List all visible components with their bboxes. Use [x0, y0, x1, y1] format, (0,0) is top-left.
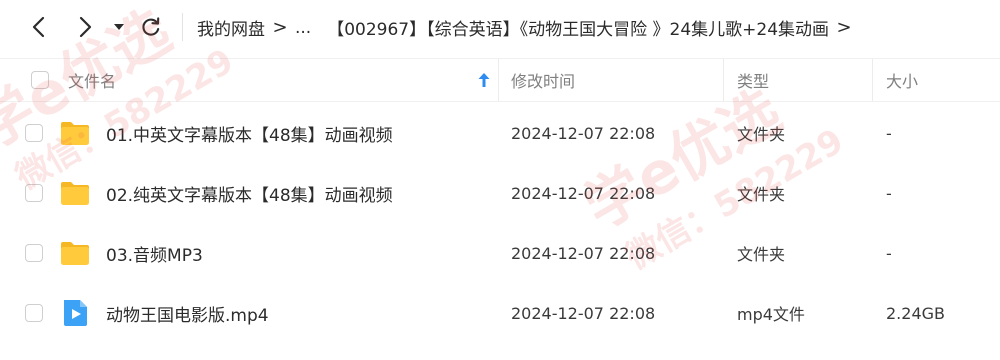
table-row[interactable]: 03.音频MP3 2024-12-07 22:08 文件夹 - [0, 223, 1000, 283]
video-file-icon [64, 300, 87, 326]
file-modified: 2024-12-07 22:08 [511, 183, 656, 203]
file-name[interactable]: 02.纯英文字幕版本【48集】动画视频 [106, 163, 393, 223]
breadcrumb-trailing-separator: > [836, 17, 852, 38]
file-type: 文件夹 [737, 245, 786, 264]
file-type: mp4文件 [737, 305, 805, 324]
row-checkbox[interactable] [25, 244, 43, 262]
file-size: 2.24GB [886, 303, 945, 323]
folder-icon [61, 242, 89, 265]
column-header-size-label: 大小 [886, 72, 919, 91]
refresh-icon [142, 17, 160, 36]
column-header-name-label: 文件名 [68, 72, 117, 91]
row-checkbox[interactable] [25, 124, 43, 142]
arrow-up-icon[interactable] [477, 72, 491, 88]
row-checkbox[interactable] [25, 304, 43, 322]
nav-divider [182, 13, 183, 41]
breadcrumb-current[interactable]: 【002967】【综合英语】《动物王国大冒险 》24集儿歌+24集动画 [327, 15, 829, 40]
column-header-modified[interactable]: 修改时间 [511, 59, 575, 101]
chevron-right-icon [79, 16, 92, 38]
file-name[interactable]: 动物王国电影版.mp4 [106, 283, 269, 343]
table-header: 文件名 修改时间 类型 大小 [0, 58, 1000, 102]
breadcrumb-ellipsis[interactable]: ... [295, 18, 311, 38]
back-button[interactable] [22, 10, 56, 44]
file-size: - [886, 183, 892, 203]
column-divider[interactable] [498, 59, 499, 101]
breadcrumb-root[interactable]: 我的网盘 [197, 15, 265, 40]
breadcrumb-separator: > [272, 17, 288, 38]
row-checkbox[interactable] [25, 184, 43, 202]
file-browser: 我的网盘 > ... 【002967】【综合英语】《动物王国大冒险 》24集儿歌… [0, 0, 1000, 360]
navigation-bar: 我的网盘 > ... 【002967】【综合英语】《动物王国大冒险 》24集儿歌… [0, 0, 1000, 55]
table-row[interactable]: 01.中英文字幕版本【48集】动画视频 2024-12-07 22:08 文件夹… [0, 103, 1000, 163]
history-dropdown-button[interactable] [108, 10, 130, 44]
file-size: - [886, 123, 892, 143]
file-list: 01.中英文字幕版本【48集】动画视频 2024-12-07 22:08 文件夹… [0, 103, 1000, 343]
column-header-type[interactable]: 类型 [737, 59, 769, 101]
folder-icon [61, 182, 89, 205]
file-modified: 2024-12-07 22:08 [511, 123, 656, 143]
caret-down-icon [114, 24, 124, 30]
column-header-type-label: 类型 [737, 72, 770, 91]
file-name[interactable]: 03.音频MP3 [106, 223, 203, 283]
file-type: 文件夹 [737, 185, 786, 204]
refresh-button[interactable] [136, 10, 166, 44]
file-modified: 2024-12-07 22:08 [511, 243, 656, 263]
column-header-modified-label: 修改时间 [511, 72, 576, 91]
folder-icon [61, 122, 89, 145]
column-divider[interactable] [723, 59, 724, 101]
file-modified: 2024-12-07 22:08 [511, 303, 656, 323]
breadcrumb: 我的网盘 > ... 【002967】【综合英语】《动物王国大冒险 》24集儿歌… [197, 0, 1000, 55]
select-all-checkbox[interactable] [31, 71, 49, 89]
table-row[interactable]: 动物王国电影版.mp4 2024-12-07 22:08 mp4文件 2.24G… [0, 283, 1000, 343]
column-header-size[interactable]: 大小 [886, 59, 918, 101]
forward-button[interactable] [68, 10, 102, 44]
chevron-left-icon [32, 16, 45, 38]
file-size: - [886, 243, 892, 263]
column-divider[interactable] [872, 59, 873, 101]
file-type: 文件夹 [737, 125, 786, 144]
file-name[interactable]: 01.中英文字幕版本【48集】动画视频 [106, 103, 393, 163]
table-row[interactable]: 02.纯英文字幕版本【48集】动画视频 2024-12-07 22:08 文件夹… [0, 163, 1000, 223]
column-header-name[interactable]: 文件名 [68, 59, 116, 101]
